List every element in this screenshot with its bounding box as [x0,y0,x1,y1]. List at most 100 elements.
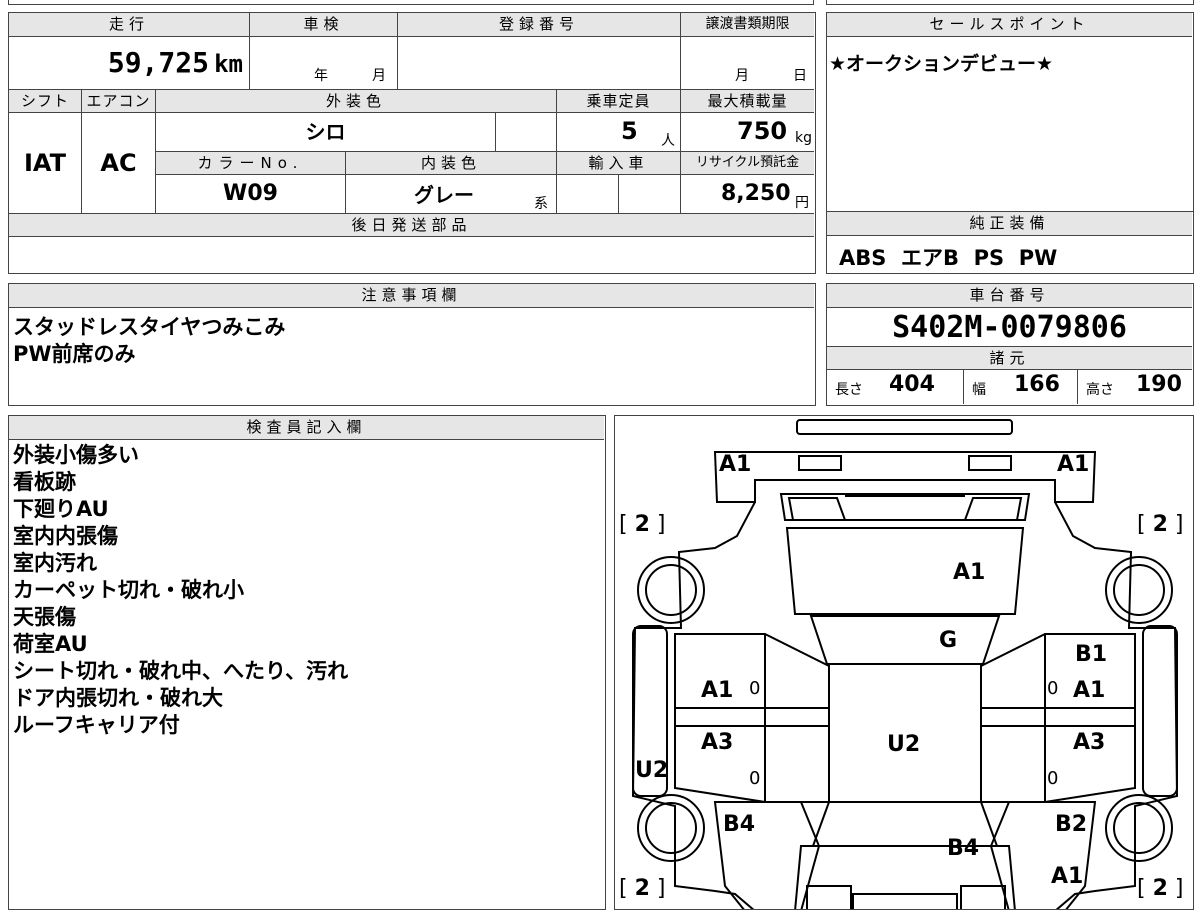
transfer-day-unit: 日 [793,68,807,84]
shift-header: シフト [9,89,81,113]
sales-point-text: ★オークションデビュー★ [829,53,1054,75]
damage-right-rear-door: A3 [1073,730,1106,755]
specs-width-cell: 幅 166 [963,370,1077,404]
inspector-line: カーペット切れ・破れ小 [13,578,244,602]
exterior-color-cell: シロ [155,113,495,151]
specs-length-label: 長さ [835,382,863,398]
tire-rl-value: 2 [634,876,650,901]
inspection-year-unit: 年 [314,68,328,84]
capacity-cell: 5 人 [556,113,680,151]
recycle-header: リサイクル預託金 [680,151,814,175]
chassis-value: S402M-0079806 [892,310,1127,345]
damage-left-rear-quarter: B4 [723,812,756,837]
transfer-header: 譲渡書類期限 [680,13,814,37]
max-load-value: 750 [737,117,788,145]
specs-height-value: 190 [1136,372,1182,397]
mileage-header: 走行 [9,13,249,37]
color-no-header: カラーNo. [155,151,345,175]
damage-left-rocker: U2 [635,758,669,783]
interior-color-value: グレー [414,183,474,207]
inspector-line: 看板跡 [13,470,76,494]
damage-left-front-door: A1 [701,678,734,703]
aircon-cell: AC [81,113,155,213]
aircon-value: AC [100,149,137,177]
inspector-box: 検査員記入欄 外装小傷多い 看板跡 下廻りAU 室内内張傷 室内汚れ カーペット… [8,415,606,910]
recycle-cell: 8,250 円 [680,175,814,213]
shift-cell: IAT [9,113,81,213]
tire-rr-value: 2 [1152,876,1168,901]
top-strip-left [8,0,814,5]
recycle-value: 8,250 [721,181,791,206]
damage-right-front-door: A1 [1073,678,1106,703]
damage-roof: U2 [887,732,921,757]
inspector-line: 室内汚れ [13,551,97,575]
exterior-color-header: 外装色 [155,89,556,113]
inspector-line: ドア内張切れ・破れ大 [13,686,223,710]
shift-value: IAT [23,149,66,177]
notes-box: 注意事項欄 スタッドレスタイヤつみこみ PW前席のみ [8,283,816,406]
tire-fr-label: [ 2 ] [1137,512,1184,537]
aircon-header: エアコン [81,89,155,113]
max-load-cell: 750 kg [680,113,814,151]
specs-length-value: 404 [889,372,935,397]
specs-width-value: 166 [1014,372,1060,397]
mileage-value: 59,725 [107,46,209,79]
notes-line: PW前席のみ [13,342,136,366]
zero-mark: 0 [1047,678,1059,699]
inspector-line: 室内内張傷 [13,524,118,548]
registration-header: 登録番号 [397,13,680,37]
sales-point-box: セールスポイント ★オークションデビュー★ [826,12,1194,212]
damage-windshield: G [939,628,958,653]
car-outline [631,419,1179,909]
equipment-value: ABS エアB PS PW [839,246,1058,270]
inspection-cell: 年 月 [249,37,397,89]
color-no-value: W09 [223,181,278,206]
exterior-color-value: シロ [305,120,346,144]
import-cell-b [618,175,680,213]
max-load-header: 最大積載量 [680,89,814,113]
vehicle-info-table: 走行 車検 登録番号 譲渡書類期限 59,725 km 年 月 月 日 シフト … [8,12,816,274]
damage-front-right: A1 [1057,452,1090,477]
tire-fl-label: [ 2 ] [619,512,666,537]
notes-line: スタッドレスタイヤつみこみ [13,315,286,339]
capacity-header: 乗車定員 [556,89,680,113]
later-parts-cell [9,237,814,273]
tire-fr-value: 2 [1152,512,1168,537]
inspector-line: 天張傷 [13,605,76,629]
mileage-unit: km [214,50,243,78]
capacity-value: 5 [621,117,638,145]
transfer-cell: 月 日 [680,37,814,89]
specs-header: 諸元 [827,346,1192,370]
zero-mark: 0 [749,768,761,789]
inspector-line: 下廻りAU [13,497,109,521]
transfer-month-unit: 月 [735,68,749,84]
inspector-line: 外装小傷多い [13,443,139,467]
inspector-lines: 外装小傷多い 看板跡 下廻りAU 室内内張傷 室内汚れ カーペット切れ・破れ小 … [13,442,348,739]
equipment-box: 純正装備 ABS エアB PS PW [826,211,1194,274]
interior-color-suffix: 系 [534,196,548,212]
inspection-month-unit: 月 [372,68,386,84]
exterior-color-extra [495,113,556,151]
interior-color-cell: グレー 系 [345,175,556,213]
notes-lines: スタッドレスタイヤつみこみ PW前席のみ [13,314,285,368]
sales-point-header: セールスポイント [827,13,1192,37]
inspection-header: 車検 [249,13,397,37]
damage-front-left: A1 [719,452,752,477]
inspector-line: ルーフキャリア付 [13,713,180,737]
damage-right-front-top: B1 [1075,642,1108,667]
color-no-cell: W09 [155,175,345,213]
equipment-header: 純正装備 [827,212,1192,236]
zero-mark: 0 [1047,768,1059,789]
capacity-unit: 人 [661,133,675,149]
specs-height-label: 高さ [1086,382,1114,398]
recycle-unit: 円 [795,195,809,211]
interior-color-header: 内装色 [345,151,556,175]
damage-hood: A1 [953,560,986,585]
chassis-box: 車台番号 S402M-0079806 諸元 長さ 404 幅 166 高さ 19… [826,283,1194,406]
tire-rl-label: [ 2 ] [619,876,666,901]
damage-rear: B4 [947,836,980,861]
chassis-cell: S402M-0079806 [827,308,1192,346]
zero-mark: 0 [749,678,761,699]
damage-rear-right: A1 [1051,864,1084,889]
import-header: 輸入車 [556,151,680,175]
